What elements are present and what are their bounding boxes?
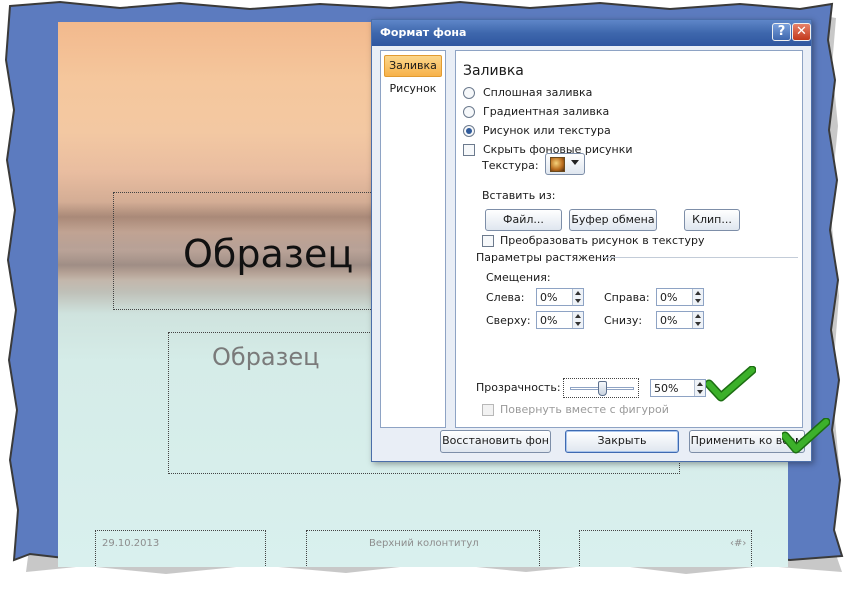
spinner-arrows[interactable] xyxy=(572,312,583,328)
insert-from-label: Вставить из: xyxy=(482,189,556,202)
chevron-down-icon[interactable] xyxy=(695,322,701,326)
radio-label: Градиентная заливка xyxy=(483,105,610,118)
radio-label: Рисунок или текстура xyxy=(483,124,611,137)
chevron-down-icon[interactable] xyxy=(697,390,703,394)
insert-clip-button[interactable]: Клип... xyxy=(684,209,740,231)
chevron-down-icon[interactable] xyxy=(695,299,701,303)
texture-dropdown[interactable] xyxy=(545,153,585,175)
offset-top-spinner[interactable]: 0% xyxy=(536,311,584,329)
spinner-arrows[interactable] xyxy=(572,289,583,305)
dialog-titlebar[interactable]: Формат фона ? ✕ xyxy=(372,20,811,46)
spinner-value: 0% xyxy=(540,291,558,304)
close-icon[interactable]: ✕ xyxy=(792,23,811,41)
offsets-label: Смещения: xyxy=(486,271,551,284)
chevron-up-icon[interactable] xyxy=(695,291,701,295)
spinner-value: 0% xyxy=(540,314,558,327)
dialog-footer: Восстановить фон Закрыть Применить ко вс… xyxy=(372,428,811,461)
nav-item-fill[interactable]: Заливка xyxy=(384,55,442,77)
tile-texture-checkbox[interactable] xyxy=(482,235,494,247)
transparency-spinner[interactable]: 50% xyxy=(650,379,706,397)
footer-date-text: 29.10.2013 xyxy=(102,538,160,549)
slide-title-text: Образец xyxy=(183,232,354,276)
footer-page-placeholder[interactable] xyxy=(579,530,752,567)
offset-top-label: Сверху: xyxy=(486,314,531,327)
chevron-down-icon xyxy=(571,160,579,165)
spinner-value: 50% xyxy=(654,382,679,395)
offset-bottom-spinner[interactable]: 0% xyxy=(656,311,704,329)
chevron-up-icon[interactable] xyxy=(697,382,703,386)
spinner-value: 0% xyxy=(660,291,678,304)
transparency-slider[interactable] xyxy=(563,378,639,398)
offset-right-label: Справа: xyxy=(604,291,650,304)
radio-button[interactable] xyxy=(463,87,475,99)
chevron-up-icon[interactable] xyxy=(695,314,701,318)
chevron-up-icon[interactable] xyxy=(575,314,581,318)
rotate-with-shape-checkbox xyxy=(482,404,494,416)
offset-left-spinner[interactable]: 0% xyxy=(536,288,584,306)
section-title: Заливка xyxy=(463,63,524,79)
slider-thumb[interactable] xyxy=(597,381,607,396)
insert-file-button[interactable]: Файл... xyxy=(485,209,562,231)
chevron-down-icon[interactable] xyxy=(575,299,581,303)
spinner-arrows[interactable] xyxy=(694,380,705,396)
radio-button-checked[interactable] xyxy=(463,125,475,137)
help-button[interactable]: ? xyxy=(772,23,791,41)
tile-texture-label: Преобразовать рисунок в текстуру xyxy=(500,234,705,247)
radio-label: Сплошная заливка xyxy=(483,86,593,99)
spinner-arrows[interactable] xyxy=(692,312,703,328)
slide-subtitle-text: Образец xyxy=(212,343,320,371)
category-nav: Заливка Рисунок xyxy=(380,50,446,428)
check-mark-icon xyxy=(782,418,830,454)
radio-button[interactable] xyxy=(463,106,475,118)
texture-swatch xyxy=(550,157,565,172)
transparency-label: Прозрачность: xyxy=(476,381,561,394)
footer-center-text: Верхний колонтитул xyxy=(369,538,479,549)
stretch-options-heading: Параметры растяжения xyxy=(476,251,616,264)
offset-right-spinner[interactable]: 0% xyxy=(656,288,704,306)
offset-left-label: Слева: xyxy=(486,291,525,304)
reset-background-button[interactable]: Восстановить фон xyxy=(440,430,551,453)
footer-page-text: ‹#› xyxy=(730,538,747,549)
rotate-with-shape-label: Повернуть вместе с фигурой xyxy=(500,403,669,416)
check-mark-icon xyxy=(706,366,756,402)
hide-background-checkbox[interactable] xyxy=(463,144,475,156)
close-button[interactable]: Закрыть xyxy=(565,430,679,453)
nav-item-picture[interactable]: Рисунок xyxy=(384,79,442,101)
texture-label: Текстура: xyxy=(482,159,539,172)
spinner-arrows[interactable] xyxy=(692,289,703,305)
group-divider xyxy=(602,257,798,258)
offset-bottom-label: Снизу: xyxy=(604,314,643,327)
dialog-title: Формат фона xyxy=(380,26,467,39)
insert-clipboard-button[interactable]: Буфер обмена xyxy=(569,209,657,231)
chevron-down-icon[interactable] xyxy=(575,322,581,326)
spinner-value: 0% xyxy=(660,314,678,327)
chevron-up-icon[interactable] xyxy=(575,291,581,295)
